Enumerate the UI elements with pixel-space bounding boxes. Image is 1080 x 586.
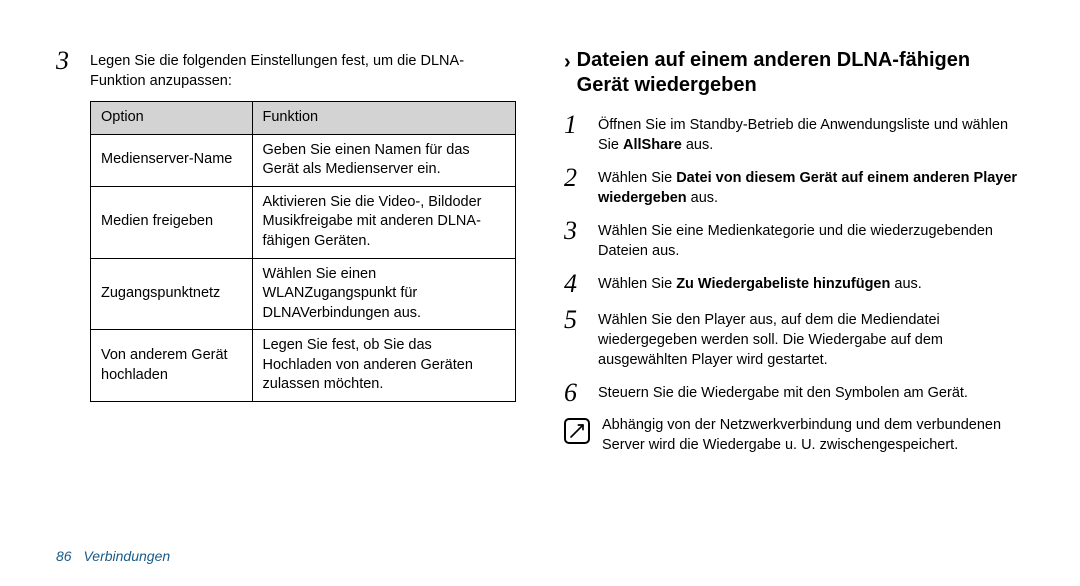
info-note: Abhängig von der Netzwerkverbindung und … bbox=[564, 416, 1024, 455]
step-number: 3 bbox=[56, 48, 78, 74]
step-text: Wählen Sie eine Medienkategorie und die … bbox=[598, 218, 1024, 261]
step-1: 1 Öffnen Sie im Standby-Betrieb die Anwe… bbox=[564, 112, 1024, 155]
step-number: 4 bbox=[564, 271, 586, 297]
arrow-icon: › bbox=[564, 48, 571, 74]
text-bold: AllShare bbox=[623, 137, 682, 153]
step-text: Öffnen Sie im Standby-Betrieb die Anwend… bbox=[598, 112, 1024, 155]
cell-function: Wählen Sie einen WLANZugangspunkt für DL… bbox=[252, 258, 516, 330]
cell-function: Aktivieren Sie die Video-, Bildoder Musi… bbox=[252, 186, 516, 258]
cell-option: Medienserver-Name bbox=[91, 134, 253, 186]
header-function: Funktion bbox=[252, 102, 516, 135]
step-2: 2 Wählen Sie Datei von diesem Gerät auf … bbox=[564, 165, 1024, 208]
step-5: 5 Wählen Sie den Player aus, auf dem die… bbox=[564, 307, 1024, 370]
text-post: aus. bbox=[687, 190, 718, 206]
text-post: aus. bbox=[890, 276, 921, 292]
right-column: › Dateien auf einem anderen DLNA-fähigen… bbox=[564, 48, 1024, 455]
step-3: 3 Legen Sie die folgenden Einstellungen … bbox=[56, 48, 516, 91]
left-column: 3 Legen Sie die folgenden Einstellungen … bbox=[56, 48, 516, 455]
text-pre: Wählen Sie eine Medienkategorie und die … bbox=[598, 223, 993, 259]
cell-function: Geben Sie einen Namen für das Gerät als … bbox=[252, 134, 516, 186]
step-3r: 3 Wählen Sie eine Medienkategorie und di… bbox=[564, 218, 1024, 261]
cell-function: Legen Sie fest, ob Sie das Hochladen von… bbox=[252, 330, 516, 402]
step-6: 6 Steuern Sie die Wiedergabe mit den Sym… bbox=[564, 380, 1024, 406]
step-text: Wählen Sie den Player aus, auf dem die M… bbox=[598, 307, 1024, 370]
step-text: Wählen Sie Zu Wiedergabeliste hinzufügen… bbox=[598, 271, 922, 295]
step-number: 3 bbox=[564, 218, 586, 244]
note-icon bbox=[564, 418, 590, 444]
step-number: 2 bbox=[564, 165, 586, 191]
step-text: Steuern Sie die Wiedergabe mit den Symbo… bbox=[598, 380, 968, 404]
table-row: Von anderem Gerät hochladen Legen Sie fe… bbox=[91, 330, 516, 402]
cell-option: Von anderem Gerät hochladen bbox=[91, 330, 253, 402]
table-header-row: Option Funktion bbox=[91, 102, 516, 135]
note-text: Abhängig von der Netzwerkverbindung und … bbox=[602, 416, 1024, 455]
settings-table: Option Funktion Medienserver-Name Geben … bbox=[90, 101, 516, 402]
text-pre: Wählen Sie bbox=[598, 170, 676, 186]
table-row: Medienserver-Name Geben Sie einen Namen … bbox=[91, 134, 516, 186]
text-pre: Steuern Sie die Wiedergabe mit den Symbo… bbox=[598, 385, 968, 401]
step-number: 1 bbox=[564, 112, 586, 138]
table-row: Zugangspunktnetz Wählen Sie einen WLANZu… bbox=[91, 258, 516, 330]
table-row: Medien freigeben Aktivieren Sie die Vide… bbox=[91, 186, 516, 258]
text-pre: Wählen Sie bbox=[598, 276, 676, 292]
cell-option: Medien freigeben bbox=[91, 186, 253, 258]
header-option: Option bbox=[91, 102, 253, 135]
section-heading: › Dateien auf einem anderen DLNA-fähigen… bbox=[564, 48, 1024, 98]
page-number: 86 bbox=[56, 548, 72, 564]
text-post: aus. bbox=[682, 137, 713, 153]
step-text: Wählen Sie Datei von diesem Gerät auf ei… bbox=[598, 165, 1024, 208]
heading-text: Dateien auf einem anderen DLNA-fähigen G… bbox=[577, 48, 1024, 98]
step-number: 6 bbox=[564, 380, 586, 406]
step-4: 4 Wählen Sie Zu Wiedergabeliste hinzufüg… bbox=[564, 271, 1024, 297]
step-number: 5 bbox=[564, 307, 586, 333]
cell-option: Zugangspunktnetz bbox=[91, 258, 253, 330]
page-footer: 86 Verbindungen bbox=[56, 548, 170, 564]
text-bold: Zu Wiedergabeliste hinzufügen bbox=[676, 276, 890, 292]
section-name: Verbindungen bbox=[83, 548, 170, 564]
step-text: Legen Sie die folgenden Einstellungen fe… bbox=[90, 48, 516, 91]
text-pre: Wählen Sie den Player aus, auf dem die M… bbox=[598, 312, 943, 367]
